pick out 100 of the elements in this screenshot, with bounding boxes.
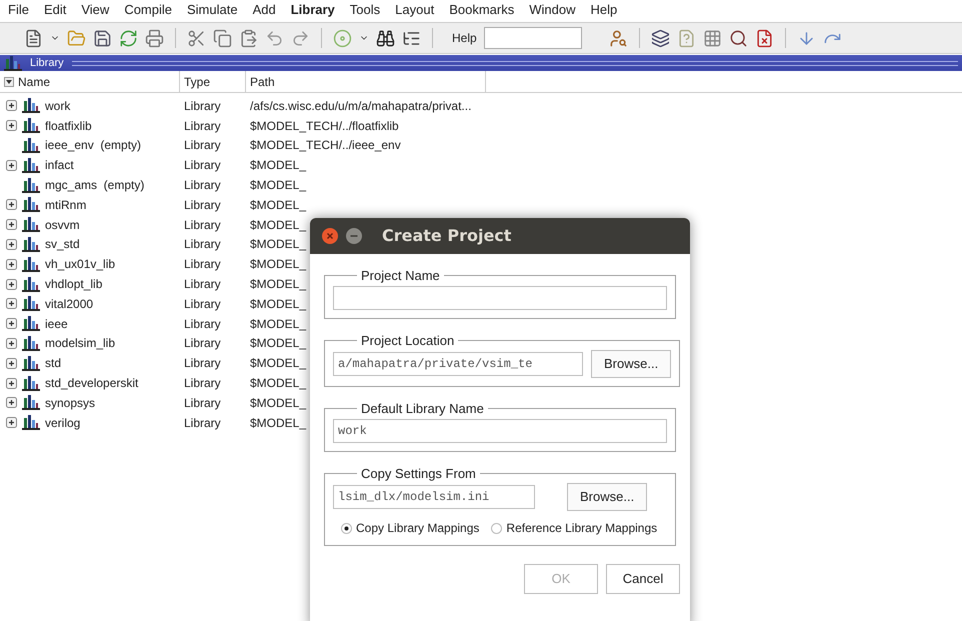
help-search-icon[interactable]	[608, 28, 628, 48]
library-icon	[22, 236, 40, 252]
library-icon	[22, 217, 40, 232]
paste-icon[interactable]	[239, 28, 258, 48]
radio-button[interactable]	[491, 522, 502, 534]
expand-icon[interactable]	[6, 318, 17, 330]
library-name[interactable]: modelsim_lib	[45, 334, 116, 352]
menu-item[interactable]: Compile	[124, 0, 172, 20]
library-name[interactable]: ieee	[45, 314, 68, 333]
refresh-icon[interactable]	[119, 28, 138, 48]
library-name[interactable]: infact	[45, 156, 74, 174]
save-icon[interactable]	[93, 28, 112, 48]
library-icon	[22, 118, 40, 134]
library-name[interactable]: vital2000	[45, 294, 94, 313]
default-library-field[interactable]: work	[333, 418, 667, 442]
library-type: Library	[183, 256, 222, 274]
expand-icon[interactable]	[6, 417, 17, 428]
scissors-icon[interactable]	[187, 28, 206, 48]
binoculars-icon[interactable]	[376, 28, 395, 48]
library-icon	[22, 256, 40, 272]
expand-icon[interactable]	[6, 358, 17, 369]
radio-button[interactable]	[341, 522, 352, 534]
menu-item[interactable]: File	[8, 0, 29, 20]
expand-icon[interactable]	[6, 397, 17, 408]
library-icon	[22, 336, 40, 351]
menu-item[interactable]: Tools	[350, 0, 380, 20]
expand-icon[interactable]	[6, 378, 17, 389]
grid-icon[interactable]	[702, 28, 722, 48]
library-name[interactable]: ieee_env (empty)	[45, 136, 142, 154]
library-path: $MODEL_	[249, 157, 306, 174]
library-name[interactable]: std	[45, 354, 62, 372]
expand-icon[interactable]	[6, 338, 17, 349]
radio-label: Copy Library Mappings	[356, 520, 480, 537]
expand-icon[interactable]	[6, 278, 17, 290]
column-header[interactable]: Path	[246, 71, 486, 92]
expand-icon[interactable]	[6, 199, 17, 210]
expand-icon[interactable]	[6, 238, 17, 250]
library-type: Library	[183, 276, 222, 294]
expand-icon[interactable]	[6, 219, 17, 230]
menu-item[interactable]: Layout	[395, 0, 434, 20]
library-name[interactable]: osvvm	[45, 216, 80, 234]
library-name[interactable]: verilog	[45, 414, 80, 432]
library-path: $MODEL_	[249, 414, 306, 432]
expand-icon[interactable]	[6, 100, 17, 112]
minimize-icon[interactable]	[346, 228, 362, 244]
library-type: Library	[183, 414, 222, 432]
expand-icon[interactable]	[6, 298, 17, 310]
library-icon	[22, 158, 40, 173]
menu-item[interactable]: Library	[290, 0, 335, 20]
library-icon	[22, 316, 40, 332]
cancel-button[interactable]: Cancel	[606, 564, 680, 594]
library-type: Library	[183, 236, 222, 254]
expand-icon[interactable]	[6, 258, 17, 270]
library-name[interactable]: std_developerskit	[45, 374, 138, 392]
library-name[interactable]: sv_std	[45, 235, 80, 254]
copy-icon[interactable]	[213, 28, 232, 48]
library-name[interactable]: mtiRnm	[45, 196, 86, 214]
library-icon	[22, 178, 40, 193]
library-path: $MODEL_	[249, 394, 306, 412]
expand-icon[interactable]	[6, 160, 17, 171]
menu-item[interactable]: Bookmarks	[449, 0, 514, 20]
library-name[interactable]: synopsys	[45, 394, 96, 412]
menu-item[interactable]: View	[81, 0, 110, 20]
library-name[interactable]: mgc_ams (empty)	[45, 176, 144, 194]
menu-item[interactable]: Help	[590, 0, 618, 20]
sort-icon[interactable]	[4, 76, 14, 86]
menu-item[interactable]: Simulate	[187, 0, 238, 20]
menu-item[interactable]: Window	[529, 0, 576, 20]
library-path: $MODEL_	[249, 177, 306, 194]
library-name[interactable]: vh_ux01v_lib	[45, 255, 116, 274]
delete-file-icon[interactable]	[754, 28, 774, 48]
printer-icon[interactable]	[145, 28, 164, 48]
menu-item[interactable]: Add	[252, 0, 276, 20]
project-location-field[interactable]: a/mahapatra/private/vsim_te	[333, 352, 583, 376]
library-path: $MODEL_TECH/../ieee_env	[249, 137, 401, 154]
search-icon[interactable]	[728, 28, 748, 48]
library-type: Library	[183, 316, 222, 333]
column-header[interactable]: Type	[180, 71, 246, 92]
menu-item[interactable]: Edit	[44, 0, 66, 20]
library-type: Library	[183, 296, 222, 313]
library-name[interactable]: work	[45, 96, 70, 115]
library-path: /afs/cs.wisc.edu/u/m/a/mahapatra/privat...	[249, 98, 472, 115]
browse-button[interactable]: Browse...	[567, 483, 648, 511]
library-path: $MODEL_	[249, 375, 306, 392]
library-path: $MODEL_	[249, 196, 306, 214]
library-name[interactable]: vhdlopt_lib	[45, 275, 102, 294]
project-name-field[interactable]	[333, 286, 667, 310]
stack-icon[interactable]	[650, 28, 670, 48]
library-name[interactable]: floatfixlib	[45, 116, 92, 135]
new-file-icon[interactable]	[24, 28, 43, 48]
copy-settings-field[interactable]: lsim_dlx/modelsim.ini	[333, 485, 535, 509]
close-icon[interactable]	[322, 228, 338, 244]
library-icon	[22, 276, 40, 292]
library-icon	[22, 415, 40, 430]
library-path: $MODEL_	[249, 216, 306, 234]
expand-icon[interactable]	[6, 120, 17, 132]
column-header[interactable]: Name	[0, 71, 180, 92]
browse-button[interactable]: Browse...	[591, 350, 672, 378]
library-path: $MODEL_	[249, 335, 306, 352]
help-field[interactable]	[484, 27, 582, 49]
